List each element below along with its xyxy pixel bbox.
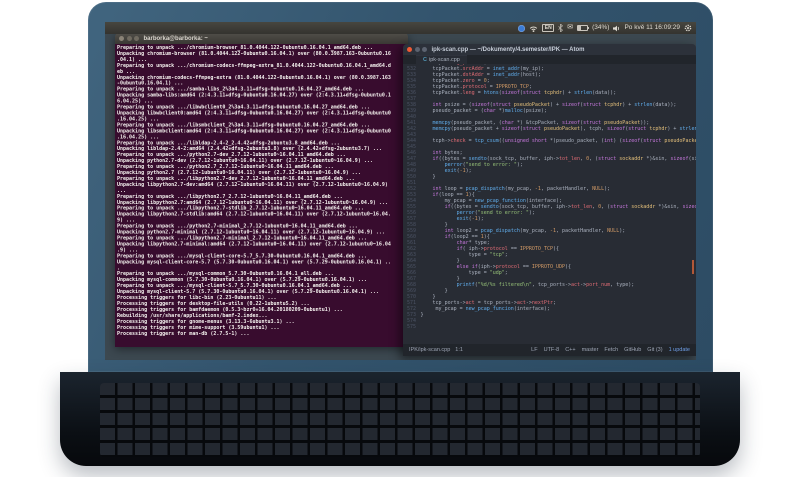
terminal-close-button[interactable] [119, 36, 124, 41]
terminal-title: barborka@barborka: ~ [143, 35, 208, 42]
keyboard-layout-indicator[interactable]: EN [542, 23, 555, 33]
code-line: 575 [403, 324, 696, 330]
terminal-lines: Preparing to unpack .../chromium-browser… [117, 45, 408, 337]
code-text: memcpy(pseudo_packet + sizeof(struct pse… [432, 126, 696, 132]
system-tray: EN ✉ (34%) Po kvě 11 16:09:29 [518, 22, 692, 34]
status-item-master[interactable]: master [582, 347, 599, 353]
atom-window: ipk-scan.cpp — ~/Dokumenty/4.semester/IP… [403, 44, 696, 356]
messaging-indicator-icon[interactable] [518, 24, 526, 32]
desktop-screen: EN ✉ (34%) Po kvě 11 16:09:29 barborka@b… [105, 22, 696, 360]
clock[interactable]: Po kvě 11 16:09:29 [624, 22, 680, 34]
code-text: my_pcap = new_pcap_funcion(interface); [420, 306, 550, 312]
code-text: tcpPacket.leng = htons(sizeof(struct tcp… [420, 90, 617, 96]
wifi-icon[interactable] [529, 25, 538, 32]
bluetooth-icon[interactable] [558, 24, 564, 32]
tab-ipk-scan-cpp[interactable]: C ipk-scan.cpp [416, 55, 467, 64]
code-editor[interactable]: 531 tcph->urg_ptr = 0;532 tcpPacket.srcA… [403, 64, 696, 344]
scrollbar-marker [691, 260, 694, 274]
status-right-items: LF UTF-8 C++ master Fetch GitHub Git (3) 1 upda… [531, 347, 690, 353]
terminal-window: barborka@barborka: ~ Preparing to unpack… [115, 33, 408, 347]
atom-tab-bar: C ipk-scan.cpp [403, 55, 696, 64]
code-text: printf("%d/%s filtered\n", tcp_ports->ac… [456, 282, 635, 288]
terminal-line: Unpacking samba-libs:amd64 (2:4.3.11+dfs… [117, 92, 391, 99]
atom-close-button[interactable] [407, 47, 412, 52]
terminal-line: Preparing to unpack .../libsmbclient_2%3… [117, 122, 370, 128]
laptop-base [60, 372, 740, 466]
terminal-line: Unpacking libwbclient0:amd64 (2:4.3.11+d… [117, 110, 391, 116]
ubuntu-top-panel: EN ✉ (34%) Po kvě 11 16:09:29 [105, 22, 696, 34]
status-item-github[interactable]: GitHub [624, 347, 641, 353]
terminal-minimize-button[interactable] [126, 36, 132, 41]
code-text: pseudo_packet = (char *)malloc(psize); [420, 108, 547, 114]
atom-status-bar: IPK/ipk-scan.cpp 1:1 LF UTF-8 C++ master Fet… [403, 344, 696, 356]
status-item-utf-8[interactable]: UTF-8 [544, 347, 560, 353]
code-text: tcph->check = tcp_csum((unsigned short *… [420, 138, 696, 144]
mail-icon[interactable]: ✉ [567, 22, 573, 34]
status-cursor-position[interactable]: 1:1 [455, 347, 463, 353]
atom-minimize-button[interactable] [414, 47, 420, 52]
status-item-git-3-[interactable]: Git (3) [647, 347, 662, 353]
terminal-maximize-button[interactable] [134, 36, 139, 41]
terminal-line: Processing triggers for man-db (2.7.5-1)… [117, 330, 250, 337]
terminal-line: Unpacking libpython2.7-dev:amd64 (2.7.12… [117, 181, 388, 188]
battery-icon[interactable] [577, 24, 590, 32]
terminal-line: Unpacking libpython2.7-minimal:amd64 (2.… [117, 241, 391, 247]
volume-icon[interactable] [613, 25, 620, 32]
status-item-lf[interactable]: LF [531, 347, 537, 353]
terminal-line: Unpacking libpython2.7-stdlib:amd64 (2.7… [117, 211, 391, 218]
terminal-line: Unpacking mysql-client-core-5.7 (5.7.30-… [117, 259, 391, 265]
battery-percentage: (34%) [592, 24, 610, 31]
atom-titlebar[interactable]: ipk-scan.cpp — ~/Dokumenty/4.semester/IP… [403, 44, 696, 55]
atom-window-title: ipk-scan.cpp — ~/Dokumenty/4.semester/IP… [431, 46, 585, 53]
terminal-line: Unpacking chromium-browser (81.0.4044.12… [117, 50, 391, 57]
atom-maximize-button[interactable] [422, 47, 427, 52]
session-gear-icon[interactable] [684, 24, 692, 32]
status-item-fetch[interactable]: Fetch [604, 347, 618, 353]
terminal-titlebar[interactable]: barborka@barborka: ~ [115, 33, 408, 44]
tab-label: ipk-scan.cpp [428, 57, 460, 63]
status-item-c-[interactable]: C++ [565, 347, 575, 353]
laptop-mockup: EN ✉ (34%) Po kvě 11 16:09:29 barborka@b… [0, 0, 800, 477]
terminal-line: Preparing to unpack .../chromium-codecs-… [117, 62, 391, 69]
terminal-line: Preparing to unpack .../mysql-client-cor… [117, 253, 367, 259]
code-lines: 531 tcph->urg_ptr = 0;532 tcpPacket.srcA… [403, 64, 696, 330]
terminal-output[interactable]: Preparing to unpack .../chromium-browser… [115, 44, 408, 347]
status-file-path[interactable]: IPK/ipk-scan.cpp [409, 347, 450, 353]
c-language-icon: C [423, 57, 427, 63]
terminal-line: Unpacking libsmbclient:amd64 (2:4.3.11+d… [117, 128, 391, 134]
laptop-keyboard [100, 383, 700, 457]
line-number: 575 [406, 324, 416, 330]
code-line: 542 memcpy(pseudo_packet + sizeof(struct… [403, 126, 696, 132]
status-item-1-update[interactable]: 1 update [669, 347, 690, 353]
code-line: 544 tcph->check = tcp_csum((unsigned sho… [403, 138, 696, 144]
